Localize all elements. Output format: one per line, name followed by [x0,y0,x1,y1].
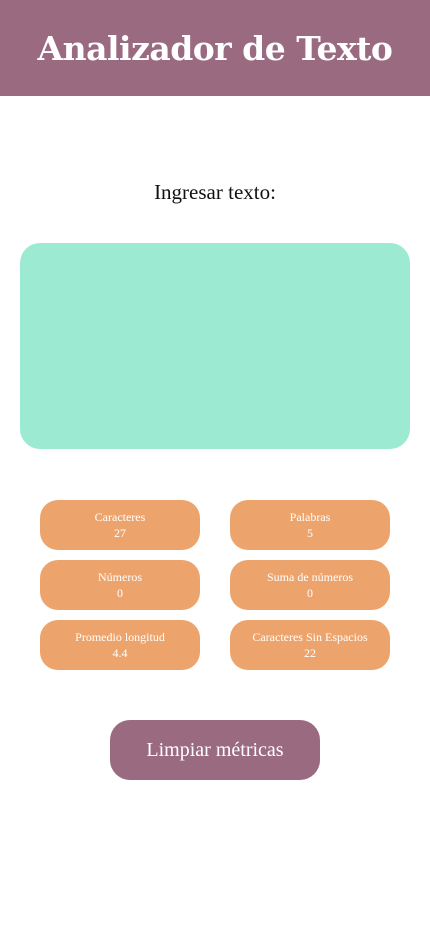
metric-value: 5 [307,526,313,540]
metric-value: 22 [304,646,316,660]
metric-value: 0 [307,586,313,600]
metric-value: 0 [117,586,123,600]
metric-promedio-longitud: Promedio longitud 4.4 [40,620,200,670]
text-input-area[interactable] [20,243,410,449]
metric-numeros: Números 0 [40,560,200,610]
metric-value: 4.4 [112,646,128,660]
metric-label: Palabras [289,510,331,524]
metric-label: Caracteres [94,510,146,524]
metric-caracteres-sin-espacios: Caracteres Sin Espacios 22 [230,620,390,670]
metric-caracteres: Caracteres 27 [40,500,200,550]
metric-value: 27 [114,526,126,540]
clear-metrics-button[interactable]: Limpiar métricas [110,720,320,780]
text-input-label: Ingresar texto: [154,180,276,204]
metric-suma-numeros: Suma de números 0 [230,560,390,610]
metric-label: Números [98,570,142,584]
app-header: Analizador de Texto [0,0,430,96]
metric-label: Promedio longitud [75,630,165,644]
metric-label: Suma de números [267,570,353,584]
page-title: Analizador de Texto [37,28,393,68]
metric-label: Caracteres Sin Espacios [252,630,368,644]
metric-palabras: Palabras 5 [230,500,390,550]
